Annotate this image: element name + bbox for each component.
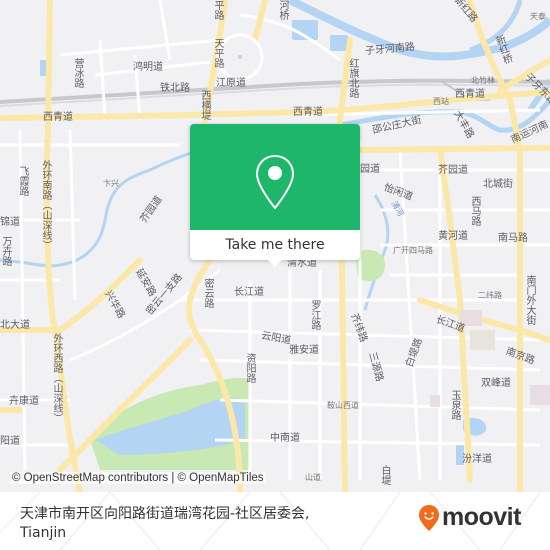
place-label: 天泰 (530, 12, 546, 21)
road-label: 外环西路（山深线） (51, 333, 62, 423)
road-label: 西马路 (469, 196, 480, 226)
road-label: 江原道 (216, 78, 246, 89)
road-label: 平路 (212, 0, 223, 20)
road-label: 白堤 (379, 465, 390, 485)
road-label: 长江道 (234, 287, 264, 298)
road-label: 鸿明道 (133, 62, 163, 73)
road-label: 汾洋道 (462, 454, 492, 465)
location-pin-icon (255, 154, 295, 210)
map-attribution[interactable]: © OpenStreetMap contributors | © OpenMap… (10, 472, 266, 484)
moovit-logo[interactable]: moovit (418, 503, 521, 532)
road-label: 广开四马路 (393, 246, 433, 255)
road-label: 园道 (360, 164, 380, 175)
road-label: 密云路 (202, 278, 213, 308)
place-label: 西站 (433, 97, 449, 106)
road-label: 山道 (305, 473, 321, 482)
road-label: 北城街 (483, 179, 513, 190)
road-label: 西青道 (455, 89, 485, 100)
road-label: 南门外大街 (524, 275, 535, 325)
road-label: 河桥 (277, 0, 288, 20)
road-label: 雅安道 (289, 345, 319, 356)
road-label: 北大道 (0, 320, 30, 331)
location-address: 天津市南开区向阳路街道瑞湾花园-社区居委会, Tianjin (20, 505, 390, 543)
road-label: 营冰路 (72, 58, 83, 88)
road-label: 双峰道 (481, 378, 511, 389)
place-label: 卞兴 (103, 179, 119, 188)
road-label: 天平路 (212, 38, 223, 68)
river-north (288, 0, 550, 61)
river-west (0, 148, 201, 268)
road-label: 卉康道 (9, 396, 39, 407)
road-label: 阳道 (0, 436, 20, 447)
road-label: 二纬路 (478, 291, 502, 300)
road-label: 中南道 (270, 433, 300, 444)
road-label: 黄河道 (438, 231, 468, 242)
popup-pointer (267, 259, 283, 267)
road-label: 玉泉路 (449, 390, 460, 420)
road-label: 清水道 (287, 258, 317, 269)
road-label: 芥园道 (438, 165, 468, 176)
road-label: 外环南路（山深线） (40, 160, 51, 250)
take-me-there-button[interactable]: Take me there (190, 230, 360, 260)
location-popup: Take me there (190, 124, 360, 267)
road-label: 飞霞路 (17, 166, 28, 196)
moovit-pin-icon (419, 504, 439, 531)
road-label: 南马路 (498, 233, 528, 244)
address-line-2: Tianjin (20, 525, 67, 541)
road-label: 万卉路 (0, 236, 11, 266)
address-line-1: 天津市南开区向阳路街道瑞湾花园-社区居委会, (20, 506, 310, 522)
road-label: 红旗北路 (347, 58, 358, 98)
moovit-wordmark: moovit (442, 503, 521, 531)
road-label: 西青道 (293, 107, 323, 118)
road-label: 西横堤 (199, 90, 210, 120)
road-label: 鞍山西道 (327, 401, 359, 410)
road-label: 锦道 (0, 217, 20, 228)
road-label: 西青道 (43, 112, 73, 123)
place-label: 北竹林 (471, 76, 495, 85)
map-view[interactable]: 平路 天平路 河桥 新红路 天泰 营冰路 鸿明道 铁北路 江原道 西横堤 西青道… (0, 0, 550, 492)
road-label: 资阳路 (244, 353, 255, 383)
popup-header (190, 124, 360, 230)
road-label: 铁北路 (160, 83, 190, 94)
road-label: 罗江路 (309, 300, 320, 330)
